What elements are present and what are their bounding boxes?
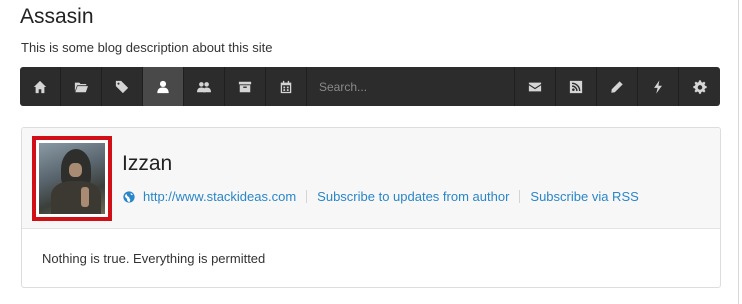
- quickpost-button[interactable]: [638, 67, 679, 106]
- rss-icon: [569, 80, 583, 93]
- calendar-button[interactable]: [266, 67, 307, 106]
- author-links: http://www.stackideas.com Subscribe to u…: [123, 189, 639, 204]
- home-button[interactable]: [20, 67, 61, 106]
- subscribe-author-link[interactable]: Subscribe to updates from author: [317, 189, 509, 204]
- gear-icon: [692, 79, 707, 94]
- rss-button[interactable]: [556, 67, 597, 106]
- tags-icon: [115, 80, 129, 93]
- author-bio: Nothing is true. Everything is permitted: [42, 251, 266, 266]
- author-header: Izzan http://www.stackideas.com Subscrib…: [22, 128, 720, 229]
- envelope-icon: [528, 82, 542, 91]
- page-edge-divider: [738, 0, 739, 304]
- avatar[interactable]: [39, 143, 105, 214]
- author-card: Izzan http://www.stackideas.com Subscrib…: [21, 127, 721, 288]
- folder-icon: [74, 82, 88, 92]
- archive-button[interactable]: [225, 67, 266, 106]
- avatar-body: [51, 181, 101, 214]
- users-icon: [197, 81, 211, 92]
- bolt-icon: [654, 79, 662, 94]
- categories-button[interactable]: [61, 67, 102, 106]
- teams-button[interactable]: [184, 67, 225, 106]
- blog-description: This is some blog description about this…: [21, 40, 273, 55]
- blog-title: Assasin: [20, 5, 94, 28]
- archive-icon: [238, 81, 252, 92]
- bloggers-button[interactable]: [143, 67, 184, 106]
- avatar-face: [69, 163, 82, 177]
- subscribe-email-button[interactable]: [515, 67, 556, 106]
- user-icon: [157, 80, 169, 93]
- write-post-button[interactable]: [597, 67, 638, 106]
- home-icon: [33, 80, 47, 93]
- search-input[interactable]: [319, 79, 514, 94]
- author-website-link[interactable]: http://www.stackideas.com: [143, 189, 296, 204]
- globe-icon: [123, 190, 135, 203]
- avatar-highlight-box: [32, 136, 112, 221]
- pencil-icon: [611, 80, 623, 93]
- link-separator: [519, 190, 521, 203]
- avatar-arm: [81, 187, 89, 207]
- calendar-icon: [280, 80, 292, 93]
- tags-button[interactable]: [102, 67, 143, 106]
- search-box: [307, 67, 515, 106]
- blog-toolbar: [20, 67, 720, 106]
- subscribe-rss-link[interactable]: Subscribe via RSS: [530, 189, 638, 204]
- author-name[interactable]: Izzan: [122, 152, 172, 176]
- link-separator: [306, 190, 308, 203]
- settings-button[interactable]: [679, 67, 720, 106]
